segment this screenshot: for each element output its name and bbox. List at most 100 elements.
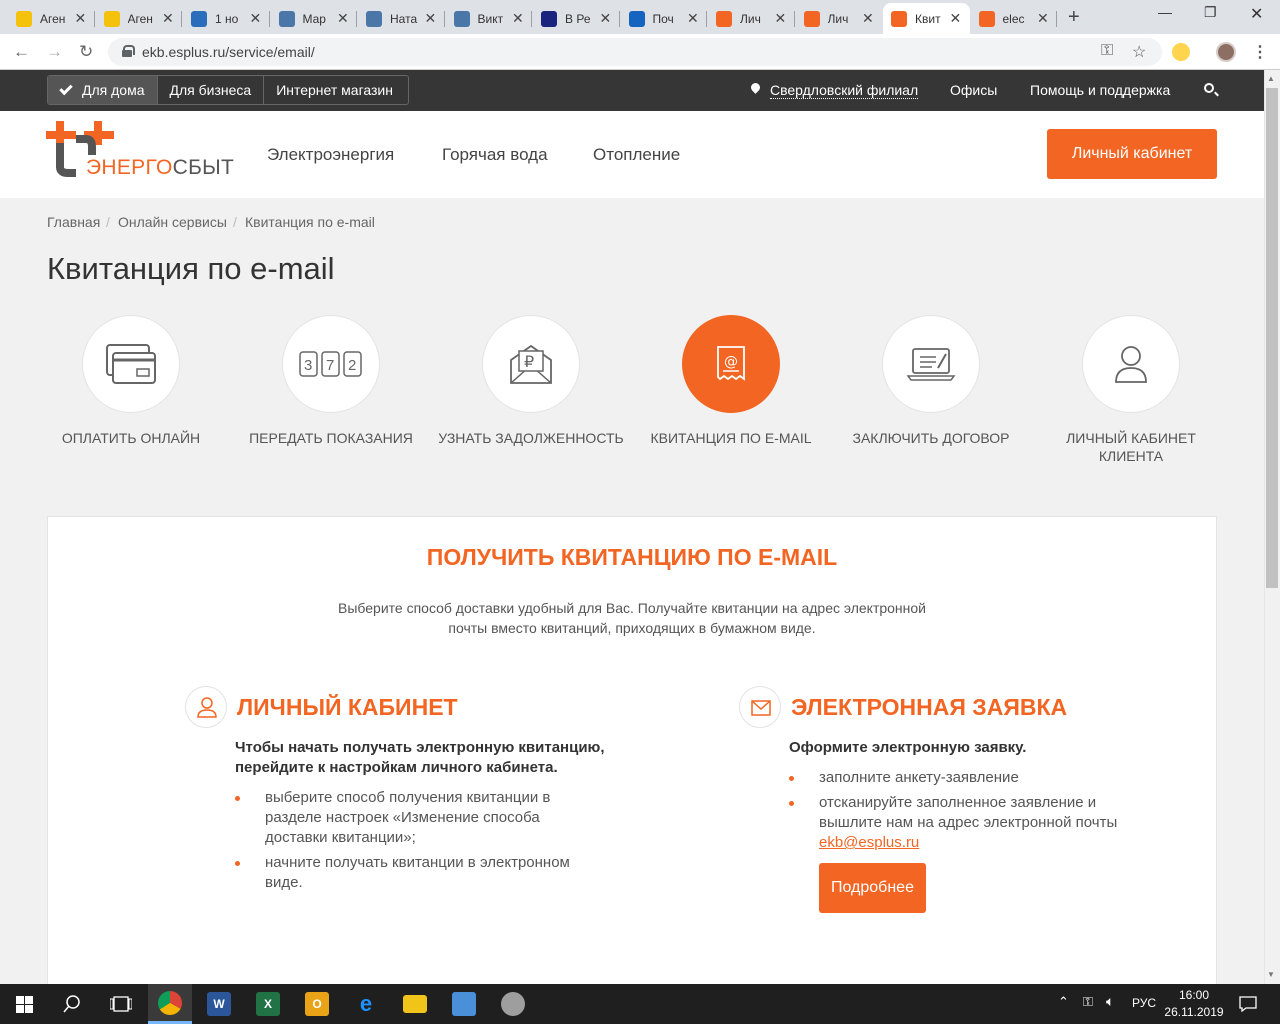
browser-tab[interactable]: Лич ✕: [796, 3, 883, 34]
segment-1[interactable]: Для бизнеса: [158, 76, 265, 104]
windows-start-icon[interactable]: [16, 996, 33, 1013]
service-label[interactable]: Квитанция по e-mail: [636, 429, 826, 447]
branch-link[interactable]: Свердловский филиал: [770, 82, 919, 99]
profile-avatar[interactable]: [1216, 42, 1236, 62]
close-tab-icon[interactable]: ✕: [337, 10, 349, 27]
taskbar-paint[interactable]: [491, 984, 535, 1024]
close-tab-icon[interactable]: ✕: [1037, 10, 1049, 27]
service-label[interactable]: Узнать задолженность: [436, 429, 626, 447]
service-label[interactable]: Передать показания: [236, 429, 426, 447]
browser-tab[interactable]: Мар ✕: [271, 3, 357, 34]
minimize-button[interactable]: —: [1158, 4, 1172, 20]
search-icon[interactable]: [1204, 83, 1214, 93]
folder-icon: [403, 995, 427, 1013]
taskbar-outlook[interactable]: O: [295, 984, 339, 1024]
forward-icon[interactable]: →: [46, 42, 63, 62]
personal-cabinet-button[interactable]: Личный кабинет: [1047, 129, 1217, 179]
favicon-icon: [453, 10, 470, 27]
new-tab-button[interactable]: +: [1068, 6, 1080, 29]
close-tab-icon[interactable]: ✕: [75, 10, 87, 27]
volume-icon[interactable]: 🔈︎: [1106, 993, 1114, 1010]
segment-0[interactable]: Для дома: [48, 76, 158, 104]
browser-tab[interactable]: Аген ✕: [96, 3, 182, 34]
close-tab-icon[interactable]: ✕: [162, 10, 174, 27]
breadcrumb-current: Квитанция по e-mail: [245, 214, 375, 230]
taskbar-ie[interactable]: e: [344, 984, 388, 1024]
excel-icon: X: [256, 992, 280, 1016]
tab-title: Лич: [827, 11, 849, 26]
browser-tab[interactable]: Лич ✕: [708, 3, 795, 34]
breadcrumb-online-services[interactable]: Онлайн сервисы: [118, 214, 227, 230]
tab-separator: [443, 11, 445, 27]
close-tab-icon[interactable]: ✕: [600, 10, 612, 27]
network-icon[interactable]: ⚿: [1083, 994, 1093, 1010]
service-label[interactable]: Оплатить онлайн: [36, 429, 226, 447]
close-tab-icon[interactable]: ✕: [425, 10, 437, 27]
language-indicator[interactable]: РУС: [1132, 996, 1156, 1010]
browser-tab[interactable]: elec ✕: [971, 3, 1057, 34]
close-tab-icon[interactable]: ✕: [512, 10, 524, 27]
more-details-button[interactable]: Подробнее: [819, 863, 926, 913]
browser-tab[interactable]: Поч ✕: [621, 3, 707, 34]
extension-icon[interactable]: [1172, 43, 1190, 61]
close-tab-icon[interactable]: ✕: [862, 10, 874, 27]
reload-icon[interactable]: ↻: [79, 42, 93, 62]
nav-heating[interactable]: Отопление: [593, 145, 680, 165]
offices-link[interactable]: Офисы: [950, 82, 997, 98]
close-tab-icon[interactable]: ✕: [775, 10, 787, 27]
tray-chevron-icon[interactable]: ⌃: [1058, 994, 1069, 1010]
close-tab-icon[interactable]: ✕: [687, 10, 699, 27]
bookmark-star-icon[interactable]: ☆: [1132, 42, 1146, 62]
word-icon: W: [207, 992, 231, 1016]
system-clock[interactable]: 16:00 26.11.2019: [1160, 987, 1228, 1021]
back-icon[interactable]: ←: [13, 42, 30, 62]
browser-tab[interactable]: Ната ✕: [358, 3, 445, 34]
browser-tab[interactable]: Аген ✕: [8, 3, 95, 34]
svg-text:2: 2: [348, 357, 356, 374]
browser-tab[interactable]: В Ре ✕: [533, 3, 620, 34]
task-view-icon[interactable]: [110, 996, 132, 1012]
close-tab-icon[interactable]: ✕: [250, 10, 262, 27]
taskbar-app[interactable]: [442, 984, 486, 1024]
support-link[interactable]: Помощь и поддержка: [1030, 82, 1170, 98]
scroll-down-icon[interactable]: ▼: [1267, 970, 1275, 979]
maximize-button[interactable]: ❐: [1204, 4, 1217, 21]
browser-tab[interactable]: Викт ✕: [446, 3, 532, 34]
panel-description: Выберите способ доставки удобный для Вас…: [338, 600, 926, 636]
scroll-up-icon[interactable]: ▲: [1267, 74, 1275, 83]
application-section-icon: [739, 686, 781, 728]
scrollbar-thumb[interactable]: [1266, 88, 1278, 588]
taskbar-chrome[interactable]: [148, 984, 192, 1024]
logo-text[interactable]: ЭНЕРГОСБЫТ: [86, 156, 234, 180]
taskbar-explorer[interactable]: [393, 984, 437, 1024]
service-label[interactable]: Заключить договор: [836, 429, 1026, 447]
url-field[interactable]: ekb.esplus.ru/service/email/: [108, 38, 1162, 66]
close-window-button[interactable]: ✕: [1250, 4, 1263, 24]
close-tab-icon[interactable]: ✕: [950, 10, 962, 27]
menu-kebab-icon[interactable]: ⋮: [1252, 42, 1268, 62]
nav-electricity[interactable]: Электроэнергия: [267, 145, 394, 165]
audience-switcher: Для дома Для бизнеса Интернет магазин: [47, 75, 409, 105]
tab-title: 1 но: [215, 11, 239, 26]
svg-text:7: 7: [326, 357, 334, 374]
notifications-icon[interactable]: [1239, 996, 1257, 1012]
internet-explorer-icon: e: [359, 991, 373, 1016]
segment-2[interactable]: Интернет магазин: [264, 76, 405, 104]
taskbar-word[interactable]: W: [197, 984, 241, 1024]
taskbar-excel[interactable]: X: [246, 984, 290, 1024]
service-label[interactable]: Личный кабинет клиента: [1036, 429, 1226, 465]
key-icon[interactable]: ⚿: [1101, 42, 1113, 60]
tab-title: elec: [1002, 11, 1025, 26]
segment-label: Интернет магазин: [276, 82, 393, 98]
browser-tab[interactable]: 1 но ✕: [183, 3, 270, 34]
breadcrumb-home[interactable]: Главная: [47, 214, 100, 230]
nav-hot-water[interactable]: Горячая вода: [442, 145, 548, 165]
svg-text:@: @: [724, 354, 738, 370]
browser-tab[interactable]: Квит ✕: [883, 3, 970, 34]
email-link[interactable]: ekb@esplus.ru: [819, 834, 919, 851]
tab-separator: [356, 11, 357, 27]
tab-separator: [93, 11, 95, 27]
paint-icon: [501, 992, 525, 1016]
search-icon[interactable]: [63, 995, 81, 1013]
tab-separator: [1056, 11, 1057, 27]
